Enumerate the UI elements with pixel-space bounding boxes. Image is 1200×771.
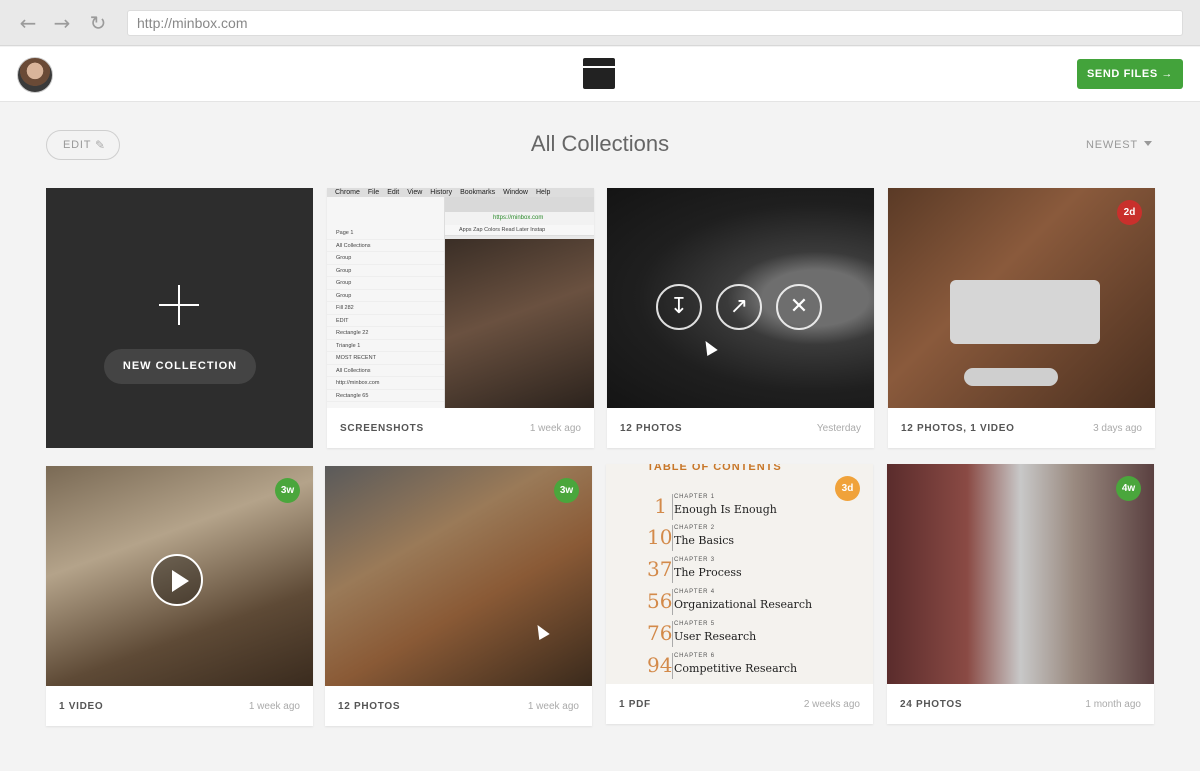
card-meta: 1 VIDEO 1 week ago xyxy=(46,686,313,726)
card-meta: 24 PHOTOS 1 month ago xyxy=(887,684,1154,724)
item-count: 12 PHOTOS xyxy=(338,701,401,712)
timestamp: Yesterday xyxy=(816,423,861,434)
back-arrow-icon[interactable]: ← xyxy=(18,13,38,33)
collection-card[interactable]: ↧ ↗ ✕ 12 PHOTOS Yesterday xyxy=(607,188,874,448)
timestamp: 1 week ago xyxy=(527,701,579,712)
app-header: SEND FILES → xyxy=(0,47,1200,102)
reload-icon[interactable]: ↻ xyxy=(88,13,108,33)
age-badge: 3w xyxy=(554,478,579,503)
download-icon[interactable]: ↧ xyxy=(656,284,702,330)
card-meta: 12 PHOTOS Yesterday xyxy=(607,408,874,448)
thumbnail[interactable]: 2d xyxy=(888,188,1155,408)
timestamp: 1 month ago xyxy=(1085,699,1141,710)
pointer-cursor xyxy=(700,337,718,357)
collection-card[interactable]: TABLE OF CONTENTS 1 CHAPTER 1 Enough Is En… xyxy=(606,464,873,724)
item-count: 12 PHOTOS, 1 VIDEO xyxy=(901,423,1015,434)
card-meta: 12 PHOTOS 1 week ago xyxy=(325,686,592,726)
delete-icon[interactable]: ✕ xyxy=(776,284,822,330)
share-icon[interactable]: ↗ xyxy=(716,284,762,330)
timestamp: 3 days ago xyxy=(1093,423,1142,434)
timestamp: 1 week ago xyxy=(529,423,581,434)
age-badge: 3w xyxy=(275,478,300,503)
screenshot-layers-panel: Page 1 All Collections Group Group Group… xyxy=(327,197,445,408)
pdf-preview: TABLE OF CONTENTS 1 CHAPTER 1 Enough Is En… xyxy=(606,464,873,684)
caret-down-icon xyxy=(1143,141,1152,146)
thumbnail[interactable]: ↧ ↗ ✕ xyxy=(607,188,874,408)
item-count: 1 VIDEO xyxy=(59,701,104,712)
logo-icon[interactable] xyxy=(583,58,615,89)
item-count: 24 PHOTOS xyxy=(900,699,963,710)
trackpad-image xyxy=(964,368,1058,386)
thumbnail[interactable]: 3w xyxy=(46,466,313,686)
thumbnail[interactable]: TABLE OF CONTENTS 1 CHAPTER 1 Enough Is En… xyxy=(606,464,873,684)
address-bar[interactable]: http://minbox.com xyxy=(127,10,1183,36)
collection-card[interactable]: 2d 12 PHOTOS, 1 VIDEO 3 days ago xyxy=(888,188,1155,448)
card-meta: 12 PHOTOS, 1 VIDEO 3 days ago xyxy=(888,408,1155,448)
collection-card[interactable]: 3w 1 VIDEO 1 week ago xyxy=(46,466,313,726)
new-collection-button[interactable]: NEW COLLECTION xyxy=(104,349,256,384)
browser-bar: ← → ↻ http://minbox.com xyxy=(0,0,1200,46)
collection-card[interactable]: Chrome File Edit View History Bookmarks Window… xyxy=(327,188,594,448)
item-count: 1 PDF xyxy=(619,699,651,710)
screenshot-photo xyxy=(445,239,594,408)
timestamp: 1 week ago xyxy=(248,701,300,712)
plus-icon[interactable] xyxy=(159,285,199,325)
item-count: 12 PHOTOS xyxy=(620,423,683,434)
card-meta: 1 PDF 2 weeks ago xyxy=(606,684,873,724)
forward-arrow-icon[interactable]: → xyxy=(52,13,72,33)
avatar[interactable] xyxy=(17,57,53,93)
age-badge: 3d xyxy=(835,476,860,501)
keyboard-image xyxy=(950,280,1100,344)
send-files-button[interactable]: SEND FILES → xyxy=(1077,59,1183,89)
age-badge: 4w xyxy=(1116,476,1141,501)
play-icon[interactable] xyxy=(151,554,203,606)
item-count: SCREENSHOTS xyxy=(340,423,424,434)
page-title: All Collections xyxy=(530,131,670,156)
screenshot-menubar: Chrome File Edit View History Bookmarks Window… xyxy=(327,188,594,197)
age-badge: 2d xyxy=(1117,200,1142,225)
sort-label: NEWEST xyxy=(1086,139,1138,151)
card-meta: SCREENSHOTS 1 week ago xyxy=(327,408,594,448)
thumbnail[interactable]: Chrome File Edit View History Bookmarks Window… xyxy=(327,188,594,408)
collection-card[interactable]: 3w 12 PHOTOS 1 week ago xyxy=(325,466,592,726)
collection-card[interactable]: 4w 24 PHOTOS 1 month ago xyxy=(887,464,1154,724)
sort-dropdown[interactable]: NEWEST xyxy=(1086,139,1152,151)
timestamp: 2 weeks ago xyxy=(803,699,860,710)
thumbnail[interactable]: 4w xyxy=(887,464,1154,684)
pointer-cursor xyxy=(532,621,550,641)
thumbnail[interactable]: 3w xyxy=(325,466,592,686)
new-collection-card[interactable]: NEW COLLECTION xyxy=(46,188,313,448)
